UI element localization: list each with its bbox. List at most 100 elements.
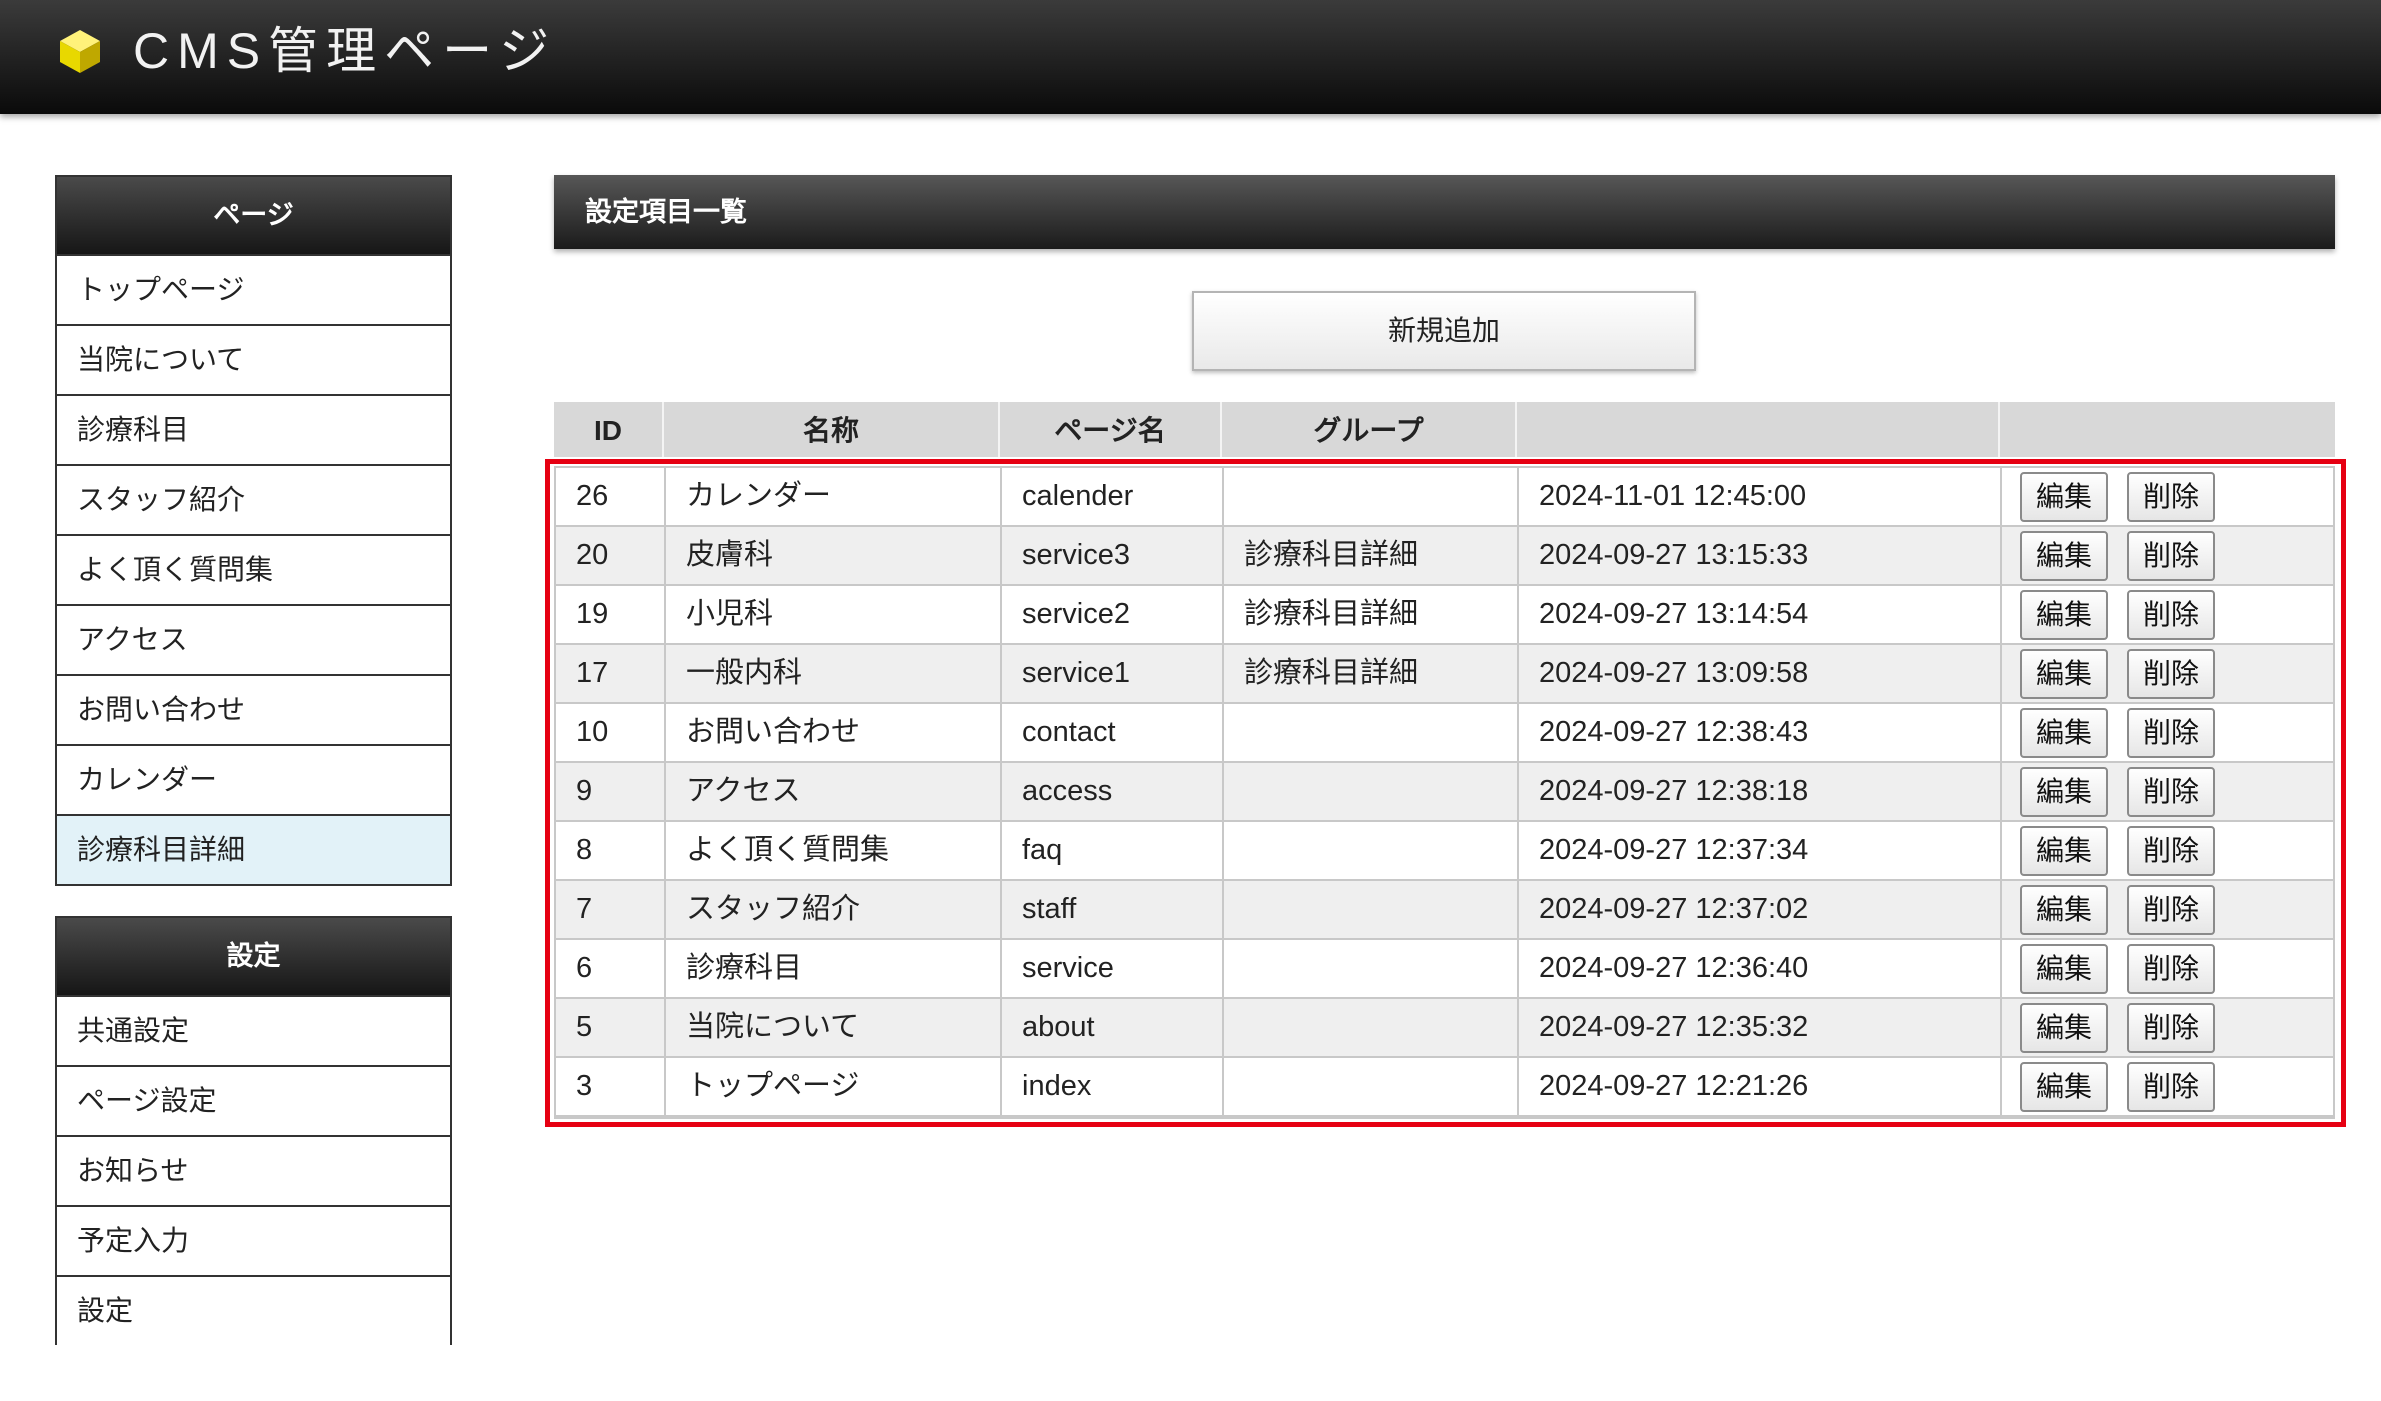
cell-actions: 編集 削除 xyxy=(2002,704,2333,761)
cell-page-name: index xyxy=(1002,1058,1224,1115)
sidebar-item-department-details[interactable]: 診療科目詳細 xyxy=(57,814,450,884)
cell-group xyxy=(1224,704,1519,761)
delete-button[interactable]: 削除 xyxy=(2127,708,2215,758)
edit-button[interactable]: 編集 xyxy=(2020,590,2108,640)
edit-button[interactable]: 編集 xyxy=(2020,531,2108,581)
sidebar-item-schedule-input[interactable]: 予定入力 xyxy=(57,1205,450,1275)
cell-name: トップページ xyxy=(666,1058,1002,1115)
cell-actions: 編集 削除 xyxy=(2002,881,2333,938)
cell-id: 3 xyxy=(556,1058,666,1115)
sidebar-settings-heading: 設定 xyxy=(57,918,450,995)
delete-button[interactable]: 削除 xyxy=(2127,531,2215,581)
delete-button[interactable]: 削除 xyxy=(2127,472,2215,522)
table-row: 26 カレンダー calender 2024-11-01 12:45:00 編集 削除 xyxy=(556,468,2333,527)
cell-name: 当院について xyxy=(666,999,1002,1056)
cell-group xyxy=(1224,822,1519,879)
column-header-name: 名称 xyxy=(664,402,1000,457)
cell-name: カレンダー xyxy=(666,468,1002,525)
edit-button[interactable]: 編集 xyxy=(2020,885,2108,935)
cell-updated: 2024-09-27 12:21:26 xyxy=(1519,1058,2002,1115)
cell-updated: 2024-11-01 12:45:00 xyxy=(1519,468,2002,525)
cell-group xyxy=(1224,940,1519,997)
sidebar-pages-heading: ページ xyxy=(57,177,450,254)
sidebar-item-contact[interactable]: お問い合わせ xyxy=(57,674,450,744)
cell-group xyxy=(1224,468,1519,525)
add-new-button[interactable]: 新規追加 xyxy=(1192,291,1696,371)
column-header-page-name: ページ名 xyxy=(1000,402,1222,457)
cell-updated: 2024-09-27 13:09:58 xyxy=(1519,645,2002,702)
sidebar-pages-menu: ページ トップページ 当院について 診療科目 スタッフ紹介 よく頂く質問集 アク… xyxy=(55,175,452,886)
table-row: 7 スタッフ紹介 staff 2024-09-27 12:37:02 編集 削除 xyxy=(556,881,2333,940)
cell-updated: 2024-09-27 12:35:32 xyxy=(1519,999,2002,1056)
cell-id: 9 xyxy=(556,763,666,820)
cell-id: 19 xyxy=(556,586,666,643)
sidebar-item-page-settings[interactable]: ページ設定 xyxy=(57,1065,450,1135)
edit-button[interactable]: 編集 xyxy=(2020,472,2108,522)
edit-button[interactable]: 編集 xyxy=(2020,649,2108,699)
cell-group: 診療科目詳細 xyxy=(1224,645,1519,702)
delete-button[interactable]: 削除 xyxy=(2127,590,2215,640)
edit-button[interactable]: 編集 xyxy=(2020,1003,2108,1053)
cell-id: 17 xyxy=(556,645,666,702)
sidebar-item-about[interactable]: 当院について xyxy=(57,324,450,394)
cell-name: アクセス xyxy=(666,763,1002,820)
cell-actions: 編集 削除 xyxy=(2002,468,2333,525)
sidebar-item-faq[interactable]: よく頂く質問集 xyxy=(57,534,450,604)
cell-page-name: calender xyxy=(1002,468,1224,525)
cell-group: 診療科目詳細 xyxy=(1224,527,1519,584)
cell-name: 小児科 xyxy=(666,586,1002,643)
cell-name: 診療科目 xyxy=(666,940,1002,997)
edit-button[interactable]: 編集 xyxy=(2020,1062,2108,1112)
delete-button[interactable]: 削除 xyxy=(2127,649,2215,699)
edit-button[interactable]: 編集 xyxy=(2020,708,2108,758)
cell-group xyxy=(1224,763,1519,820)
cell-group xyxy=(1224,999,1519,1056)
sidebar-item-top-page[interactable]: トップページ xyxy=(57,254,450,324)
cell-updated: 2024-09-27 12:37:02 xyxy=(1519,881,2002,938)
table-row: 3 トップページ index 2024-09-27 12:21:26 編集 削除 xyxy=(556,1058,2333,1117)
cell-page-name: staff xyxy=(1002,881,1224,938)
settings-table: 26 カレンダー calender 2024-11-01 12:45:00 編集 削除 20… xyxy=(554,466,2335,1119)
delete-button[interactable]: 削除 xyxy=(2127,767,2215,817)
sidebar-item-common-settings[interactable]: 共通設定 xyxy=(57,995,450,1065)
table-row: 8 よく頂く質問集 faq 2024-09-27 12:37:34 編集 削除 xyxy=(556,822,2333,881)
cell-id: 20 xyxy=(556,527,666,584)
cell-updated: 2024-09-27 13:15:33 xyxy=(1519,527,2002,584)
cell-id: 7 xyxy=(556,881,666,938)
cell-page-name: service xyxy=(1002,940,1224,997)
cell-name: スタッフ紹介 xyxy=(666,881,1002,938)
sidebar-item-settings[interactable]: 設定 xyxy=(57,1275,450,1345)
cell-id: 10 xyxy=(556,704,666,761)
cell-updated: 2024-09-27 13:14:54 xyxy=(1519,586,2002,643)
table-row: 17 一般内科 service1 診療科目詳細 2024-09-27 13:09:58 編… xyxy=(556,645,2333,704)
delete-button[interactable]: 削除 xyxy=(2127,1003,2215,1053)
column-header-group: グループ xyxy=(1222,402,1517,457)
delete-button[interactable]: 削除 xyxy=(2127,1062,2215,1112)
cell-actions: 編集 削除 xyxy=(2002,822,2333,879)
delete-button[interactable]: 削除 xyxy=(2127,885,2215,935)
cell-group: 診療科目詳細 xyxy=(1224,586,1519,643)
cell-page-name: faq xyxy=(1002,822,1224,879)
delete-button[interactable]: 削除 xyxy=(2127,944,2215,994)
delete-button[interactable]: 削除 xyxy=(2127,826,2215,876)
sidebar-item-news[interactable]: お知らせ xyxy=(57,1135,450,1205)
sidebar-item-calendar[interactable]: カレンダー xyxy=(57,744,450,814)
cell-id: 6 xyxy=(556,940,666,997)
edit-button[interactable]: 編集 xyxy=(2020,826,2108,876)
panel-header: 設定項目一覧 xyxy=(554,175,2335,249)
sidebar-item-departments[interactable]: 診療科目 xyxy=(57,394,450,464)
cell-page-name: service3 xyxy=(1002,527,1224,584)
edit-button[interactable]: 編集 xyxy=(2020,767,2108,817)
edit-button[interactable]: 編集 xyxy=(2020,944,2108,994)
table-row: 10 お問い合わせ contact 2024-09-27 12:38:43 編集 削除 xyxy=(556,704,2333,763)
cell-id: 5 xyxy=(556,999,666,1056)
cell-updated: 2024-09-27 12:38:18 xyxy=(1519,763,2002,820)
cell-id: 26 xyxy=(556,468,666,525)
app-title: CMS管理ページ xyxy=(133,23,558,79)
cell-name: お問い合わせ xyxy=(666,704,1002,761)
cell-name: よく頂く質問集 xyxy=(666,822,1002,879)
sidebar-item-staff[interactable]: スタッフ紹介 xyxy=(57,464,450,534)
cell-page-name: service1 xyxy=(1002,645,1224,702)
cell-page-name: service2 xyxy=(1002,586,1224,643)
sidebar-item-access[interactable]: アクセス xyxy=(57,604,450,674)
